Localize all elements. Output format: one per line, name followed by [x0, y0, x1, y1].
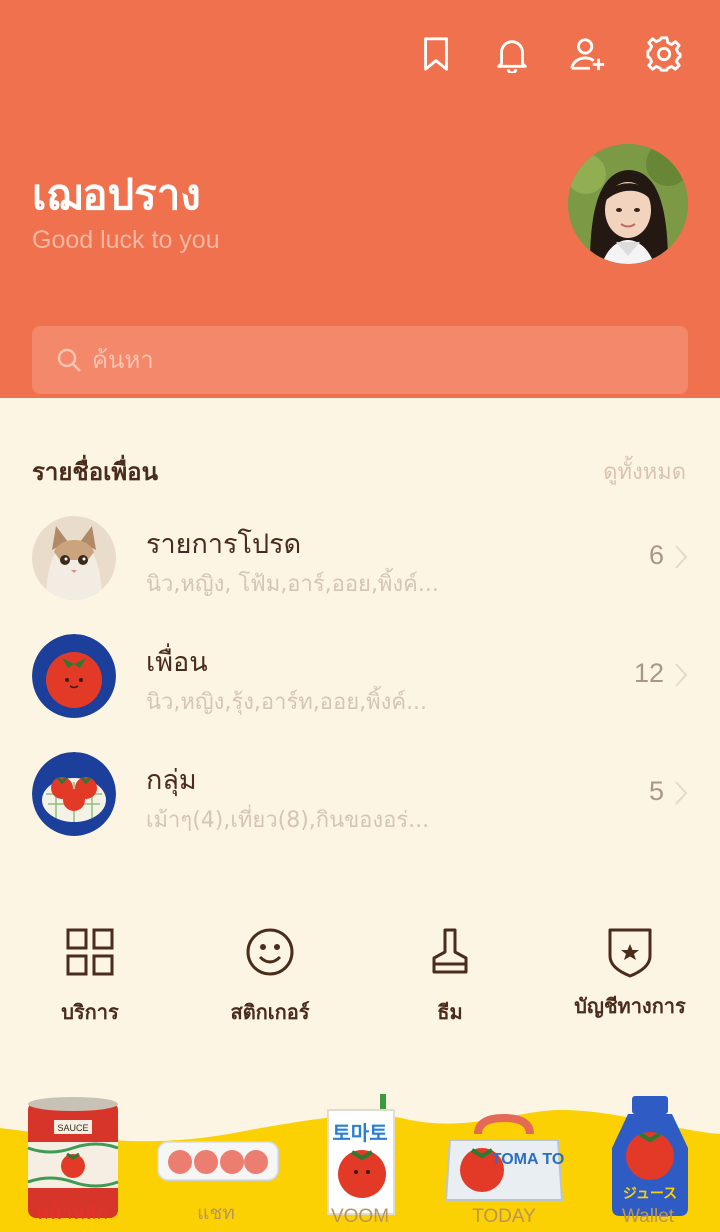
friend-row-friends[interactable]: เพื่อน นิว,หญิง,รุ้ง,อาร์ท,ออย,พิ้งค์...… — [32, 634, 688, 724]
smiley-icon — [246, 928, 294, 976]
stickers-button[interactable]: สติกเกอร์ — [180, 924, 360, 1028]
friend-row-title: เพื่อน — [146, 647, 208, 678]
services-button[interactable]: บริการ — [0, 924, 180, 1028]
official-accounts-label: บัญชีทางการ — [574, 994, 686, 1018]
chevron-right-icon — [675, 781, 688, 805]
shield-star-icon — [608, 928, 652, 978]
tab-home[interactable]: หน้าหลัก — [0, 1198, 144, 1228]
friend-row-groups[interactable]: กลุ่ม เม้าๆ(4),เที่ยว(8),กินของอร่... 5 — [32, 752, 688, 842]
tab-voom[interactable]: VOOM — [288, 1206, 432, 1228]
friend-row-subtitle: นิว,หญิง, โฟ้ม,อาร์,ออย,พิ้งค์... — [146, 572, 439, 597]
friend-row-subtitle: นิว,หญิง,รุ้ง,อาร์ท,ออย,พิ้งค์... — [146, 690, 428, 715]
services-label: บริการ — [61, 1000, 119, 1024]
tomato-bag-icon: TOMA TO — [444, 1114, 565, 1201]
friend-row-favorites[interactable]: รายการโปรด นิว,หญิง, โฟ้ม,อาร์,ออย,พิ้งค… — [32, 516, 688, 606]
search-icon — [57, 348, 81, 372]
tomato-group-avatar-icon — [32, 752, 116, 836]
svg-text:토마토: 토마토 — [332, 1121, 387, 1145]
svg-text:SAUCE: SAUCE — [57, 1123, 88, 1133]
stickers-label: สติกเกอร์ — [230, 1000, 310, 1024]
settings-gear-icon[interactable] — [644, 32, 684, 76]
chevron-right-icon — [675, 663, 688, 687]
tab-today[interactable]: TODAY — [432, 1206, 576, 1228]
add-friend-icon[interactable] — [568, 32, 608, 76]
svg-text:ジュース: ジュース — [623, 1186, 677, 1202]
friends-section-title: รายชื่อเพื่อน — [32, 458, 158, 486]
tab-wallet[interactable]: Wallet — [576, 1206, 720, 1228]
see-all-link[interactable]: ดูทั้งหมด — [603, 454, 686, 489]
profile-avatar[interactable] — [568, 144, 688, 264]
profile-status-message[interactable]: Good luck to you — [32, 226, 220, 255]
grid-icon — [66, 928, 114, 976]
bell-icon[interactable] — [492, 32, 532, 76]
tomato-avatar-icon — [32, 634, 116, 718]
profile-header: เฌอปราง Good luck to you — [0, 0, 720, 398]
header-actions — [416, 32, 684, 76]
tomato-pack-icon — [157, 1141, 279, 1181]
brush-icon — [432, 928, 468, 974]
svg-text:TOMA TO: TOMA TO — [492, 1151, 565, 1168]
bookmark-icon[interactable] — [416, 32, 456, 76]
friend-row-count: 12 — [633, 658, 664, 688]
themes-button[interactable]: ธีม — [360, 924, 540, 1028]
tab-chat[interactable]: แชท — [144, 1198, 288, 1228]
search-input[interactable] — [92, 346, 652, 374]
friend-row-count: 6 — [648, 540, 664, 570]
friend-row-subtitle: เม้าๆ(4),เที่ยว(8),กินของอร่... — [146, 808, 430, 833]
friend-row-count: 5 — [648, 776, 664, 806]
official-accounts-button[interactable]: บัญชีทางการ — [540, 924, 720, 1022]
themes-label: ธีม — [437, 1000, 463, 1024]
cat-avatar-icon — [32, 516, 116, 600]
friend-row-title: รายการโปรด — [146, 529, 302, 560]
tomato-bottle-icon: ジュース — [612, 1096, 688, 1216]
friend-row-title: กลุ่ม — [146, 765, 197, 796]
profile-name[interactable]: เฌอปราง — [32, 162, 201, 228]
tomato-juice-carton-icon: 토마토 — [327, 1094, 395, 1215]
services-row: บริการ สติกเกอร์ ธีม บัญชีทางการ — [0, 924, 720, 1034]
chevron-right-icon — [675, 545, 688, 569]
search-bar[interactable] — [32, 326, 688, 394]
bottom-tab-bar: SAUCE หน้าหลัก แชท 토마토 VOOM TOMA TO TODA… — [0, 1090, 720, 1232]
